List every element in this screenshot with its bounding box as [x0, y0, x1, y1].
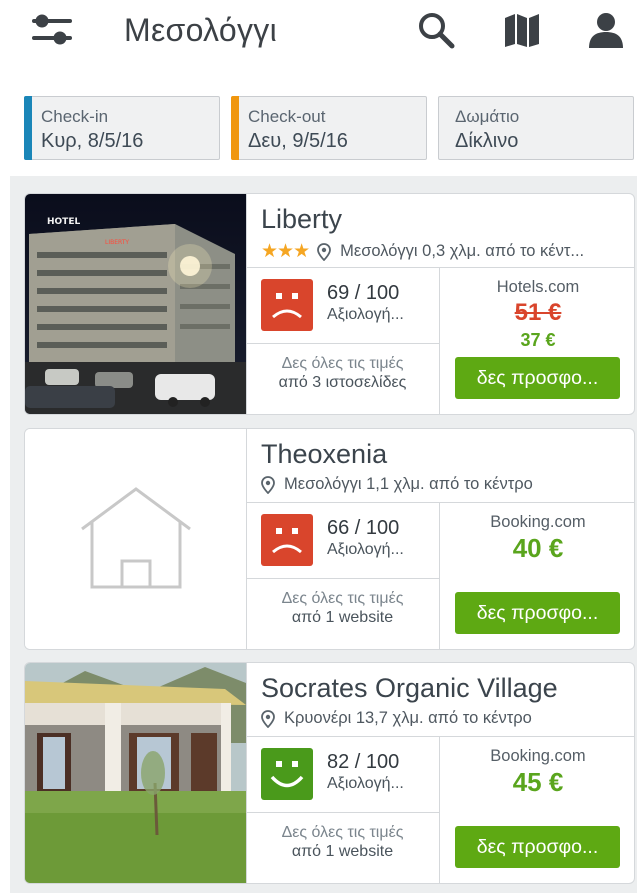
hotel-photo[interactable]: HOTEL LIBERTY	[25, 194, 246, 414]
rating-score: 82 / 100	[327, 751, 400, 773]
hotel-photo-placeholder[interactable]	[25, 429, 246, 649]
hotel-location: Κρυονέρι 13,7 χλμ. από το κέντρο	[261, 709, 631, 728]
price: 37 €	[520, 330, 556, 350]
happy-face-icon	[261, 748, 313, 800]
divider	[246, 578, 439, 579]
checkin-label: Check-in	[41, 107, 109, 126]
all-prices-link[interactable]: Δες όλες τις τιμές από 1 website	[246, 823, 439, 861]
price: 40 €	[512, 533, 564, 563]
provider-name: Booking.com	[490, 747, 586, 765]
search-icon[interactable]	[416, 10, 456, 50]
rating-label: Αξιολογή...	[327, 775, 404, 792]
location-pin-icon	[317, 242, 332, 261]
view-deal-button[interactable]: δες προσφο...	[455, 826, 620, 868]
checkout-label: Check-out	[248, 107, 326, 126]
hotel-location: Μεσολόγγι 1,1 χλμ. από το κέντρο	[261, 475, 631, 494]
old-price: 51 €	[514, 299, 562, 326]
star-rating: ★★★	[261, 241, 310, 262]
checkout-accent	[231, 96, 239, 160]
rating-score: 69 / 100	[327, 282, 400, 304]
hotel-card-socrates-organic-village[interactable]: Socrates Organic Village Κρυονέρι 13,7 χ…	[24, 662, 635, 884]
room-value: Δίκλινο	[455, 130, 519, 152]
divider	[246, 343, 439, 344]
hotel-name[interactable]: Liberty	[261, 204, 342, 235]
page-title: Μεσολόγγι	[124, 12, 277, 48]
all-prices-link[interactable]: Δες όλες τις τιμές από 3 ιστοσελίδες	[246, 354, 439, 392]
checkout-selector[interactable]: Check-out Δευ, 9/5/16	[231, 96, 427, 160]
hotel-location: ★★★ Μεσολόγγι 0,3 χλμ. από το κέντ...	[261, 240, 631, 263]
location-pin-icon	[261, 709, 275, 728]
checkin-selector[interactable]: Check-in Κυρ, 8/5/16	[24, 96, 220, 160]
provider-name: Booking.com	[490, 513, 586, 531]
house-icon	[25, 429, 246, 649]
price: 45 €	[512, 767, 564, 797]
provider-name: Hotels.com	[496, 278, 580, 296]
room-label: Δωμάτιο	[455, 107, 520, 126]
view-deal-button[interactable]: δες προσφο...	[455, 592, 620, 634]
filter-sliders-icon[interactable]	[30, 12, 74, 48]
sites-count: από 3 ιστοσελίδες	[278, 374, 407, 391]
divider	[246, 736, 634, 737]
all-prices-text: Δες όλες τις τιμές	[281, 824, 404, 841]
map-icon[interactable]	[503, 12, 541, 48]
divider	[246, 502, 634, 503]
divider	[246, 267, 634, 268]
hotel-name[interactable]: Theoxenia	[261, 439, 387, 470]
hotel-name[interactable]: Socrates Organic Village	[261, 673, 558, 704]
svg-text:LIBERTY: LIBERTY	[105, 239, 129, 246]
svg-text:HOTEL: HOTEL	[47, 217, 80, 227]
checkin-value: Κυρ, 8/5/16	[41, 130, 144, 152]
location-text: Μεσολόγγι 1,1 χλμ. από το κέντρο	[284, 475, 533, 493]
sites-count: από 1 website	[291, 843, 394, 860]
location-text: Κρυονέρι 13,7 χλμ. από το κέντρο	[284, 709, 532, 727]
hotel-card-liberty[interactable]: HOTEL LIBERTY Liberty ★★★ Μεσολόγγι 0,3 …	[24, 193, 635, 415]
checkout-value: Δευ, 9/5/16	[248, 130, 348, 152]
all-prices-text: Δες όλες τις τιμές	[281, 590, 404, 607]
divider	[246, 812, 439, 813]
all-prices-link[interactable]: Δες όλες τις τιμές από 1 website	[246, 589, 439, 627]
sad-face-icon	[261, 514, 313, 566]
location-pin-icon	[261, 475, 275, 494]
rating-score: 66 / 100	[327, 517, 400, 539]
app-header: Μεσολόγγι	[0, 0, 637, 66]
rating-label: Αξιολογή...	[327, 306, 404, 323]
hotel-photo[interactable]	[25, 663, 246, 883]
rating-label: Αξιολογή...	[327, 541, 404, 558]
room-selector[interactable]: Δωμάτιο Δίκλινο	[438, 96, 634, 160]
all-prices-text: Δες όλες τις τιμές	[281, 355, 404, 372]
sites-count: από 1 website	[291, 609, 394, 626]
checkin-accent	[24, 96, 32, 160]
user-icon[interactable]	[586, 10, 626, 50]
hotel-card-theoxenia[interactable]: Theoxenia Μεσολόγγι 1,1 χλμ. από το κέντ…	[24, 428, 635, 650]
location-text: Μεσολόγγι 0,3 χλμ. από το κέντ...	[340, 242, 585, 260]
sad-face-icon	[261, 279, 313, 331]
view-deal-button[interactable]: δες προσφο...	[455, 357, 620, 399]
